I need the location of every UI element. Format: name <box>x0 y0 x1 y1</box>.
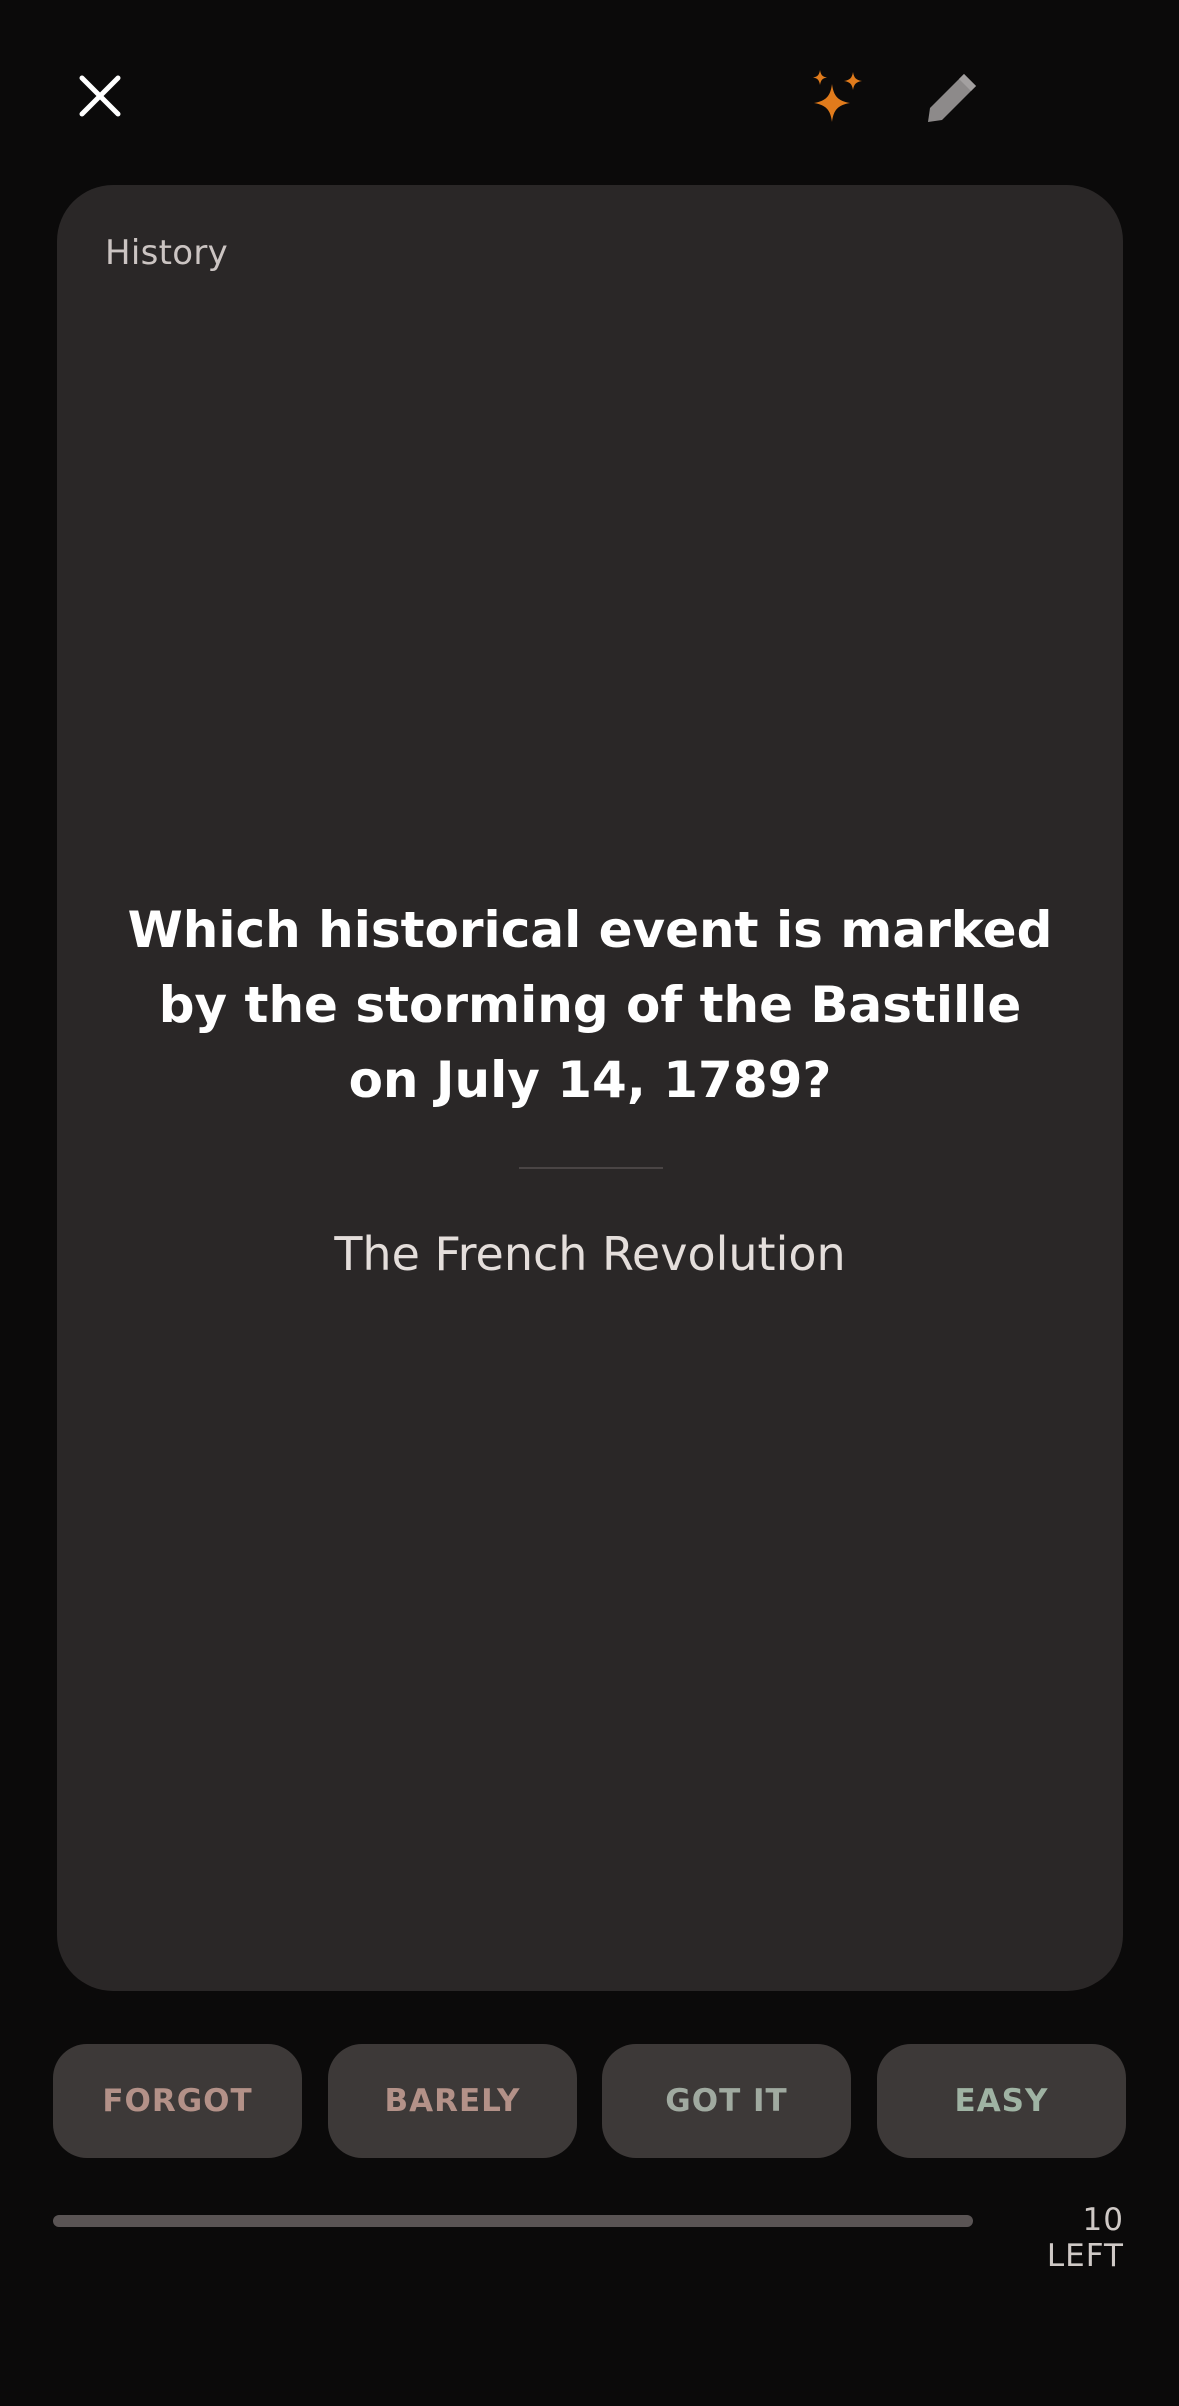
pencil-icon <box>928 74 976 122</box>
edit-button[interactable] <box>910 56 994 140</box>
card-topic: History <box>105 233 229 273</box>
sparkles-icon <box>813 70 862 122</box>
forgot-button[interactable]: FORGOT <box>53 2044 302 2158</box>
ai-assist-button[interactable] <box>796 56 880 140</box>
flashcard[interactable]: History Which historical event is marked… <box>57 185 1123 1991</box>
progress-fill <box>53 2215 973 2227</box>
close-button[interactable] <box>60 56 140 136</box>
barely-button[interactable]: BARELY <box>328 2044 577 2158</box>
got-it-button[interactable]: GOT IT <box>602 2044 851 2158</box>
card-answer: The French Revolution <box>334 1227 846 1281</box>
card-question: Which historical event is marked by the … <box>127 901 1053 1109</box>
cards-remaining: 10 LEFT <box>1046 2202 1124 2274</box>
easy-button[interactable]: EASY <box>877 2044 1126 2158</box>
rating-buttons: FORGOT BARELY GOT IT EASY <box>53 2044 1128 2158</box>
card-divider <box>519 1167 663 1169</box>
close-icon <box>79 75 121 117</box>
progress-bar <box>53 2215 973 2227</box>
